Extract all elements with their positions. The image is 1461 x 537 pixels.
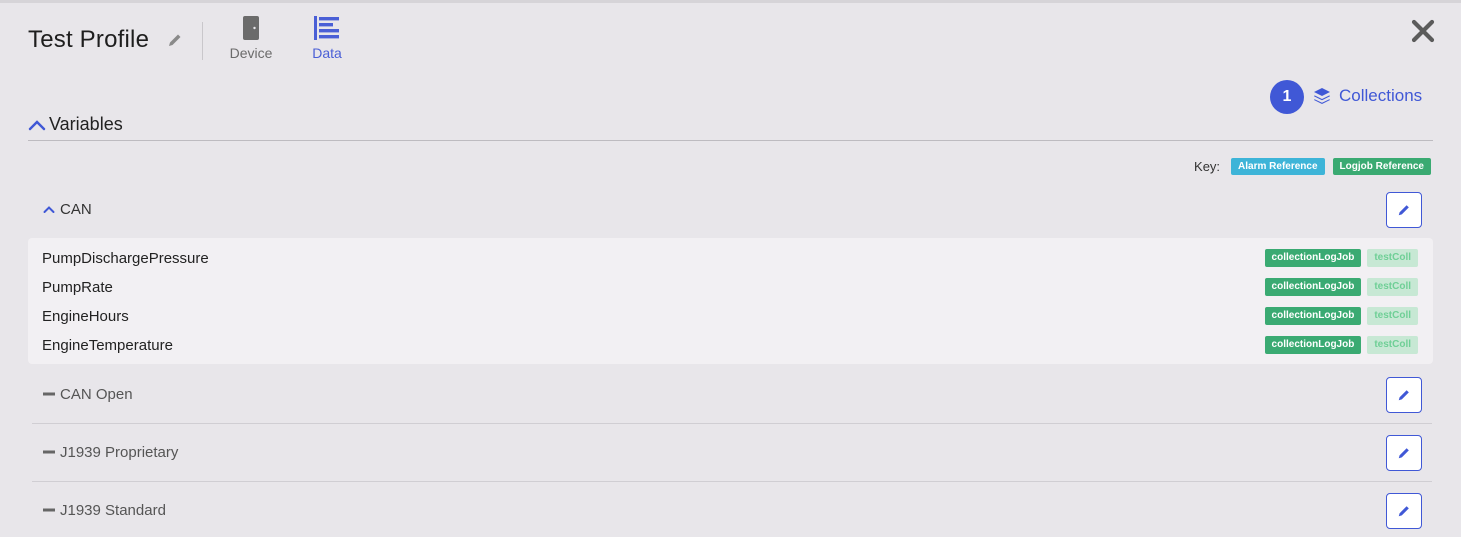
group-name: J1939 Standard [60, 501, 166, 519]
variable-name: EngineTemperature [42, 337, 173, 354]
collection-tag[interactable]: testColl [1367, 336, 1418, 354]
chevron-up-icon [28, 119, 46, 130]
collection-tag[interactable]: testColl [1367, 307, 1418, 325]
variables-title: Variables [49, 114, 123, 134]
group-name: CAN [60, 200, 92, 218]
group-can[interactable]: CAN [32, 185, 1432, 233]
pencil-icon [1398, 205, 1409, 216]
minus-icon [43, 508, 55, 512]
list-item[interactable]: PumpDischargePressure collectionLogJob t… [42, 244, 1418, 273]
group-divider [32, 481, 1432, 482]
logjob-tag[interactable]: collectionLogJob [1264, 249, 1362, 267]
pencil-icon [1398, 448, 1409, 459]
chevron-up-icon [43, 205, 55, 213]
variable-name: PumpRate [42, 279, 113, 296]
pencil-icon [1398, 390, 1409, 401]
collections-link[interactable]: Collections [1313, 86, 1422, 106]
minus-icon [43, 392, 55, 396]
data-icon [314, 16, 339, 40]
pencil-icon[interactable] [167, 32, 183, 48]
group-divider [32, 423, 1432, 424]
collection-tag[interactable]: testColl [1367, 278, 1418, 296]
variables-divider [28, 140, 1433, 141]
edit-group-button[interactable] [1386, 493, 1422, 529]
logjob-tag[interactable]: collectionLogJob [1264, 336, 1362, 354]
device-icon [243, 16, 259, 40]
group-can-open[interactable]: CAN Open [32, 370, 1432, 418]
logjob-reference-badge: Logjob Reference [1332, 158, 1431, 175]
list-item[interactable]: EngineHours collectionLogJob testColl [42, 302, 1418, 331]
variable-name: PumpDischargePressure [42, 250, 209, 267]
group-j1939-standard[interactable]: J1939 Standard [32, 486, 1432, 534]
collections-label: Collections [1339, 86, 1423, 105]
profile-header: Test Profile Device Data [0, 0, 1461, 80]
header-divider [202, 22, 203, 60]
variable-name: EngineHours [42, 308, 129, 325]
collection-tag[interactable]: testColl [1367, 249, 1418, 267]
tab-data[interactable]: Data [292, 16, 362, 61]
logjob-tag[interactable]: collectionLogJob [1264, 278, 1362, 296]
edit-group-button[interactable] [1386, 435, 1422, 471]
tab-data-label: Data [312, 45, 342, 61]
group-name: J1939 Proprietary [60, 443, 179, 461]
logjob-tag[interactable]: collectionLogJob [1264, 307, 1362, 325]
close-icon[interactable] [1410, 18, 1436, 44]
collections-count-badge: 1 [1270, 80, 1304, 114]
minus-icon [43, 450, 55, 454]
variables-toggle[interactable]: Variables [28, 114, 123, 135]
layers-icon [1314, 88, 1330, 104]
reference-key: Key: Alarm Reference Logjob Reference [1194, 158, 1431, 175]
page-title: Test Profile [28, 26, 150, 53]
tab-device[interactable]: Device [216, 16, 286, 61]
key-label: Key: [1194, 159, 1221, 174]
pencil-icon [1398, 506, 1409, 517]
group-name: CAN Open [60, 385, 133, 403]
group-j1939-proprietary[interactable]: J1939 Proprietary [32, 428, 1432, 476]
edit-group-button[interactable] [1386, 192, 1422, 228]
list-item[interactable]: EngineTemperature collectionLogJob testC… [42, 331, 1418, 360]
alarm-reference-badge: Alarm Reference [1231, 158, 1325, 175]
list-item[interactable]: PumpRate collectionLogJob testColl [42, 273, 1418, 302]
can-variable-list: PumpDischargePressure collectionLogJob t… [28, 238, 1433, 364]
tab-device-label: Device [229, 45, 273, 61]
edit-group-button[interactable] [1386, 377, 1422, 413]
